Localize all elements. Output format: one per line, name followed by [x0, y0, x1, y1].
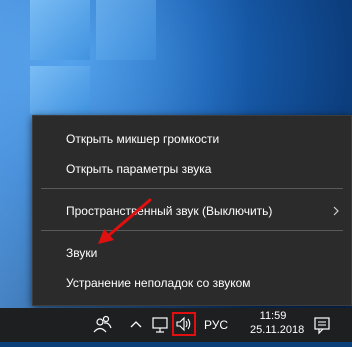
language-indicator[interactable]: РУС [204, 308, 228, 342]
menu-item-open-volume-mixer[interactable]: Открыть микшер громкости [33, 126, 351, 152]
clock-time: 11:59 [259, 310, 287, 322]
menu-item-label: Пространственный звук (Выключить) [66, 204, 273, 218]
menu-item-label: Звуки [66, 246, 98, 260]
menu-item-label: Открыть параметры звука [66, 162, 212, 176]
windows-logo-pane-mid [30, 66, 90, 114]
chevron-right-icon [333, 198, 343, 224]
network-icon[interactable] [150, 308, 172, 342]
chevron-up-icon[interactable] [128, 308, 144, 342]
action-center-icon[interactable] [310, 308, 334, 342]
menu-item-spatial-sound[interactable]: Пространственный звук (Выключить) [33, 198, 351, 224]
clock-date: 25.11.2018 [250, 324, 305, 336]
windows-logo-pane-right [96, 0, 156, 60]
taskbar-clock[interactable]: 11:59 25.11.2018 [250, 308, 305, 342]
people-icon[interactable] [92, 308, 114, 342]
menu-item-sounds[interactable]: Звуки [33, 240, 351, 266]
volume-context-menu: Открыть микшер громкости Открыть парамет… [32, 115, 352, 306]
menu-item-label: Устранение неполадок со звуком [66, 276, 251, 290]
menu-separator [41, 230, 343, 231]
menu-item-troubleshoot-sound[interactable]: Устранение неполадок со звуком [33, 270, 351, 296]
menu-separator [41, 188, 343, 189]
menu-item-open-sound-settings[interactable]: Открыть параметры звука [33, 156, 351, 182]
menu-item-label: Открыть микшер громкости [66, 132, 220, 146]
taskbar: РУС 11:59 25.11.2018 [0, 308, 352, 342]
volume-icon[interactable] [172, 312, 196, 336]
windows-logo-pane-top [30, 0, 90, 60]
